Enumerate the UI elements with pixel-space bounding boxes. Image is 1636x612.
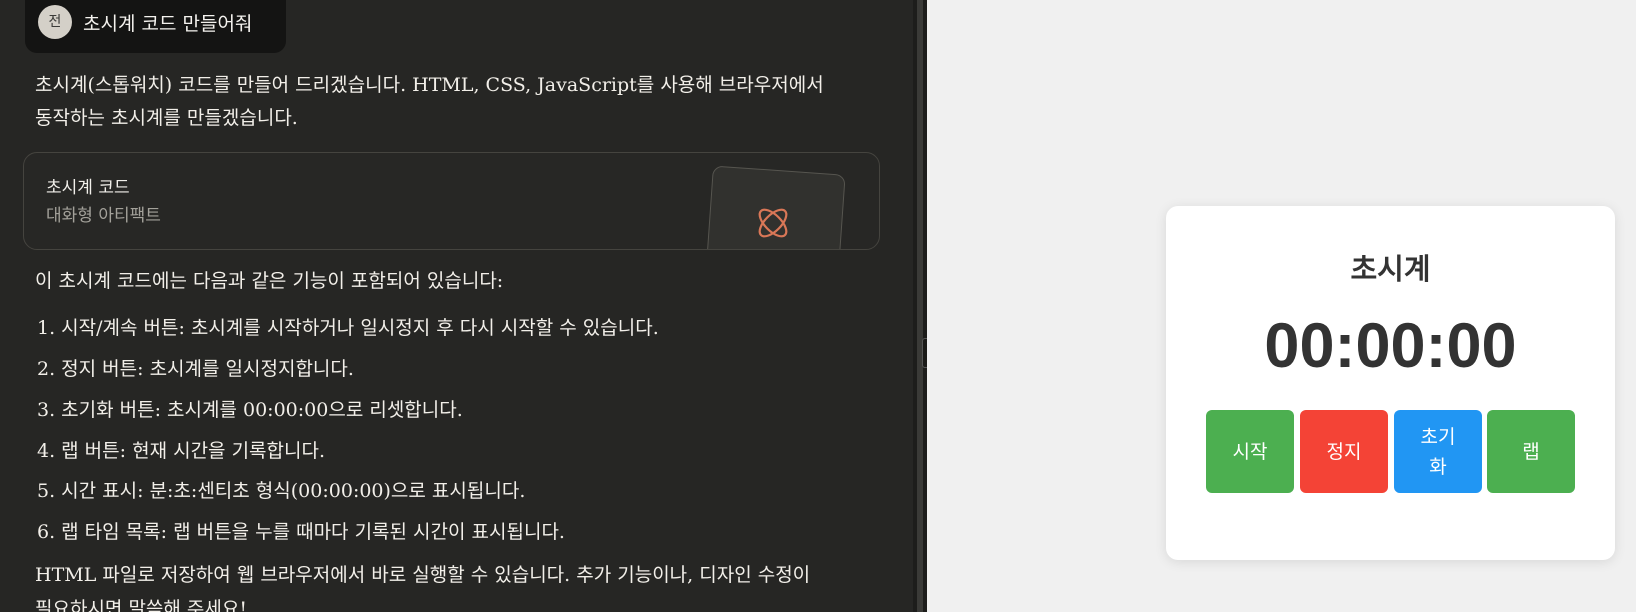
stopwatch-time-display: 00:00:00 bbox=[1264, 311, 1517, 381]
artifact-subtitle: 대화형 아티팩트 bbox=[46, 206, 161, 226]
reset-button-label-line-2: 화 bbox=[1429, 455, 1447, 478]
stop-button[interactable]: 정지 bbox=[1300, 410, 1388, 493]
start-button[interactable]: 시작 bbox=[1206, 410, 1294, 493]
lap-button-label: 랩 bbox=[1522, 440, 1540, 463]
feature-item: 6. 랩 타임 목록: 랩 버튼을 누를 때마다 기록된 시간이 표시됩니다. bbox=[37, 521, 565, 543]
artifact-title: 초시계 코드 bbox=[46, 178, 130, 198]
features-heading: 이 초시계 코드에는 다음과 같은 기능이 포함되어 있습니다: bbox=[35, 270, 504, 292]
closing-line-2: 필요하시면 말씀해 주세요! bbox=[35, 598, 247, 612]
start-button-label: 시작 bbox=[1232, 440, 1268, 463]
pane-divider[interactable] bbox=[913, 0, 927, 612]
feature-item: 4. 랩 버튼: 현재 시간을 기록합니다. bbox=[37, 440, 326, 462]
feature-item: 3. 초기화 버튼: 초시계를 00:00:00으로 리셋합니다. bbox=[37, 399, 463, 421]
feature-item: 1. 시작/계속 버튼: 초시계를 시작하거나 일시정지 후 다시 시작할 수 … bbox=[37, 317, 659, 339]
lap-button[interactable]: 랩 bbox=[1487, 410, 1575, 493]
intro-line-1: 초시계(스톱워치) 코드를 만들어 드리겠습니다. HTML, CSS, Jav… bbox=[35, 74, 824, 96]
stop-button-label: 정지 bbox=[1326, 440, 1362, 463]
feature-item: 5. 시간 표시: 분:초:센티초 형식(00:00:00)으로 표시됩니다. bbox=[37, 480, 526, 502]
user-message-bubble: 전 초시계 코드 만들어줘 bbox=[25, 0, 286, 53]
stopwatch-title: 초시계 bbox=[1350, 252, 1431, 286]
atom-icon bbox=[758, 208, 788, 238]
user-avatar[interactable]: 전 bbox=[38, 5, 72, 39]
feature-item: 2. 정지 버튼: 초시계를 일시정지합니다. bbox=[37, 358, 354, 380]
intro-line-2: 동작하는 초시계를 만들겠습니다. bbox=[35, 107, 298, 129]
pane-divider-line bbox=[917, 0, 923, 612]
closing-line-1: HTML 파일로 저장하여 웹 브라우저에서 바로 실행할 수 있습니다. 추가… bbox=[35, 564, 811, 586]
chat-pane: 전 초시계 코드 만들어줘 초시계(스톱워치) 코드를 만들어 드리겠습니다. … bbox=[0, 0, 913, 612]
user-message-text: 초시계 코드 만들어줘 bbox=[83, 13, 253, 35]
reset-button[interactable]: 초기 화 bbox=[1394, 410, 1482, 493]
reset-button-label-line-1: 초기 bbox=[1420, 425, 1456, 448]
artifact-card[interactable]: 초시계 코드 대화형 아티팩트 bbox=[23, 152, 880, 250]
stopwatch-card: 초시계 00:00:00 시작 정지 초기 화 랩 bbox=[1166, 206, 1615, 560]
